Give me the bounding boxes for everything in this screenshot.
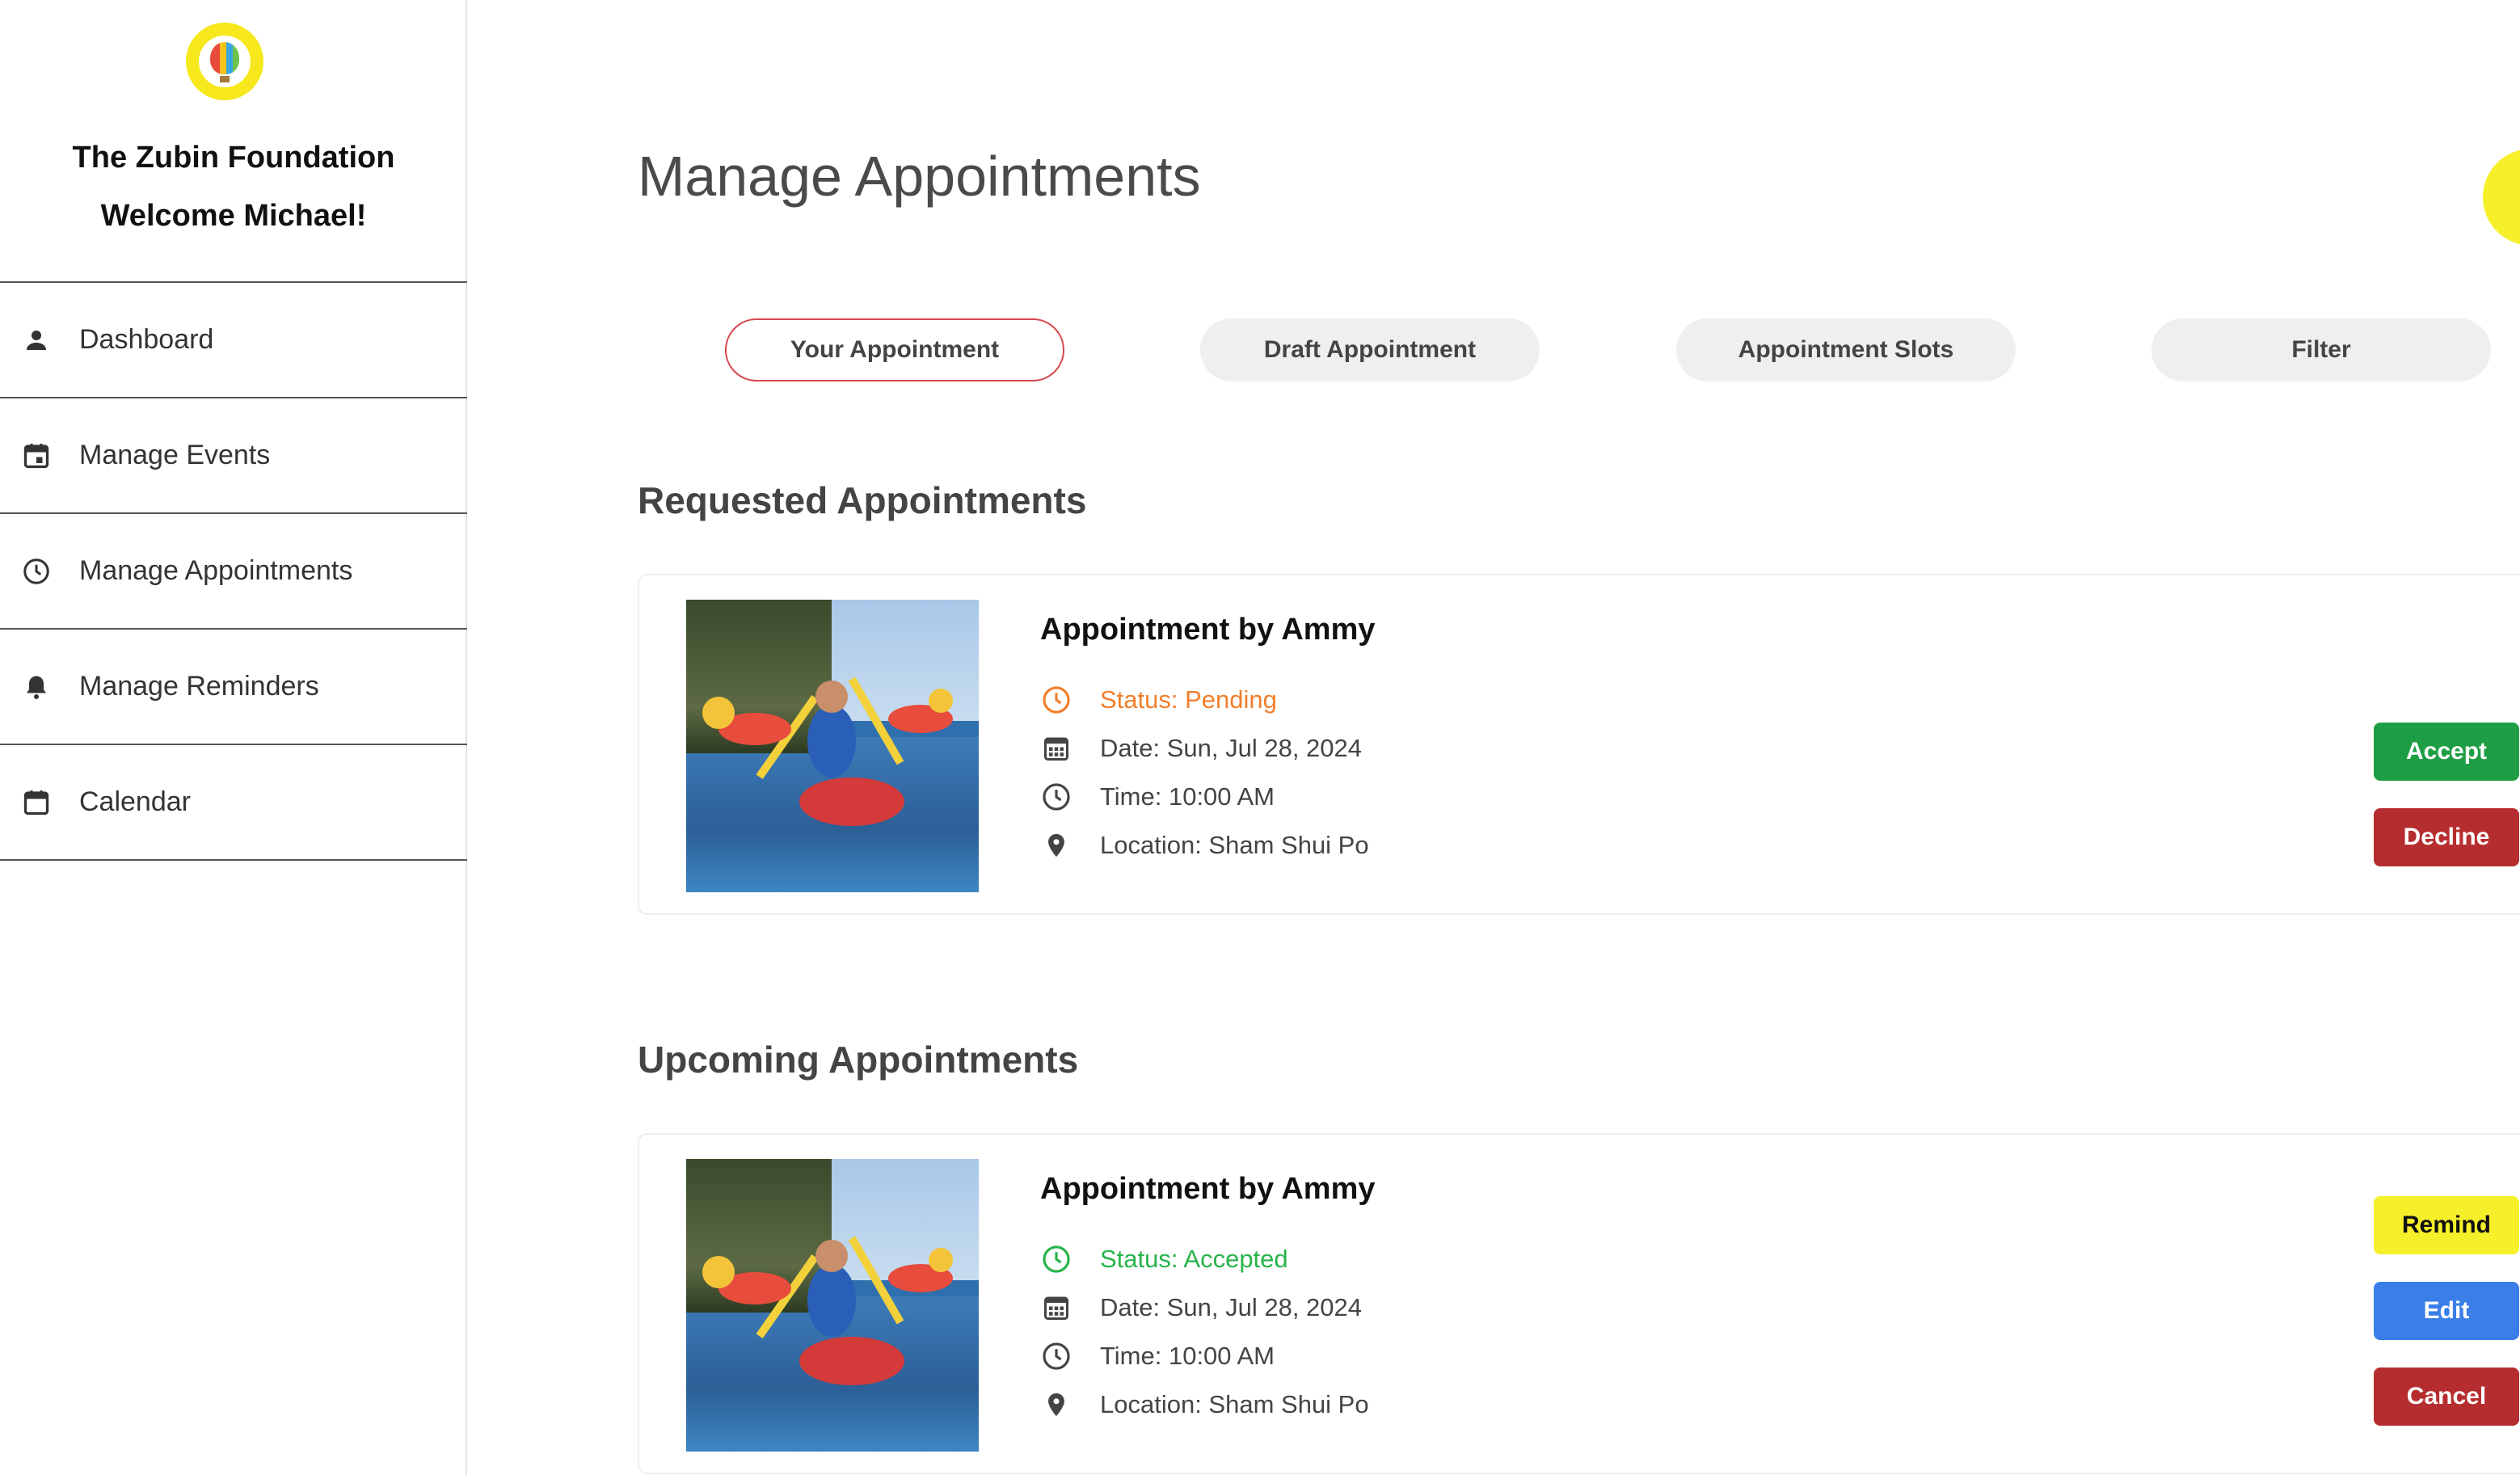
date-text: Date: Sun, Jul 28, 2024 xyxy=(1100,734,1363,762)
sidebar-item-manage-appointments[interactable]: Manage Appointments xyxy=(0,514,467,630)
clock-icon xyxy=(19,554,53,588)
location-row: Location: Sham Shui Po xyxy=(1040,1389,1369,1421)
edit-button[interactable]: Edit xyxy=(2374,1282,2519,1340)
tab-draft-appointment[interactable]: Draft Appointment xyxy=(1200,318,1540,381)
kayaking-photo xyxy=(686,1159,979,1452)
clock-icon xyxy=(1040,781,1072,813)
floating-action-button[interactable] xyxy=(2483,149,2520,246)
time-text: Time: 10:00 AM xyxy=(1100,1342,1275,1370)
sidebar-item-label: Dashboard xyxy=(79,324,214,355)
calendar-icon xyxy=(19,786,53,820)
decline-button[interactable]: Decline xyxy=(2374,808,2519,866)
location-text: Location: Sham Shui Po xyxy=(1100,831,1369,859)
accept-button[interactable]: Accept xyxy=(2374,723,2519,781)
status-text: Status: Accepted xyxy=(1100,1245,1288,1273)
remind-button[interactable]: Remind xyxy=(2374,1196,2519,1254)
tab-your-appointment[interactable]: Your Appointment xyxy=(725,318,1064,381)
calendar-event-icon xyxy=(19,439,53,473)
sidebar: The Zubin Foundation Welcome Michael! Da… xyxy=(0,0,467,1475)
sidebar-item-manage-events[interactable]: Manage Events xyxy=(0,398,467,514)
sidebar-item-dashboard[interactable]: Dashboard xyxy=(0,283,467,398)
status-text: Status: Pending xyxy=(1100,685,1277,714)
appointment-title: Appointment by Ammy xyxy=(1040,1172,1376,1206)
sidebar-nav: Dashboard Manage Events Manage Appointme… xyxy=(0,281,467,861)
cancel-button[interactable]: Cancel xyxy=(2374,1368,2519,1426)
location-text: Location: Sham Shui Po xyxy=(1100,1390,1369,1418)
sidebar-item-calendar[interactable]: Calendar xyxy=(0,745,467,861)
kayaking-photo xyxy=(686,600,979,892)
calendar-icon xyxy=(1040,732,1072,765)
location-row: Location: Sham Shui Po xyxy=(1040,829,1369,862)
sidebar-item-label: Manage Events xyxy=(79,440,271,470)
time-row: Time: 10:00 AM xyxy=(1040,781,1275,813)
sidebar-item-manage-reminders[interactable]: Manage Reminders xyxy=(0,630,467,745)
clock-icon xyxy=(1040,684,1072,716)
sidebar-item-label: Calendar xyxy=(79,786,191,817)
foundation-logo xyxy=(186,23,263,100)
sidebar-item-label: Manage Reminders xyxy=(79,671,319,702)
person-icon xyxy=(19,323,53,357)
calendar-icon xyxy=(1040,1292,1072,1324)
upcoming-appointment-card: Appointment by Ammy Status: Accepted Dat… xyxy=(638,1133,2520,1474)
bell-icon xyxy=(19,670,53,704)
appointment-title: Appointment by Ammy xyxy=(1040,613,1376,647)
clock-icon xyxy=(1040,1340,1072,1372)
requested-section-title: Requested Appointments xyxy=(638,479,1087,521)
tab-appointment-slots[interactable]: Appointment Slots xyxy=(1676,318,2016,381)
tab-filter[interactable]: Filter xyxy=(2151,318,2491,381)
status-row: Status: Pending xyxy=(1040,684,1277,716)
upcoming-section-title: Upcoming Appointments xyxy=(638,1039,1079,1081)
clock-icon xyxy=(1040,1243,1072,1275)
welcome-message: Welcome Michael! xyxy=(100,199,367,233)
time-row: Time: 10:00 AM xyxy=(1040,1340,1275,1372)
date-text: Date: Sun, Jul 28, 2024 xyxy=(1100,1293,1363,1321)
status-row: Status: Accepted xyxy=(1040,1243,1288,1275)
requested-appointment-card: Appointment by Ammy Status: Pending Date… xyxy=(638,574,2520,915)
date-row: Date: Sun, Jul 28, 2024 xyxy=(1040,732,1362,765)
location-pin-icon xyxy=(1040,1389,1072,1421)
time-text: Time: 10:00 AM xyxy=(1100,782,1275,811)
org-name: The Zubin Foundation xyxy=(72,141,395,175)
sidebar-item-label: Manage Appointments xyxy=(79,555,353,586)
date-row: Date: Sun, Jul 28, 2024 xyxy=(1040,1292,1362,1324)
location-pin-icon xyxy=(1040,829,1072,862)
page-title: Manage Appointments xyxy=(638,145,1201,208)
